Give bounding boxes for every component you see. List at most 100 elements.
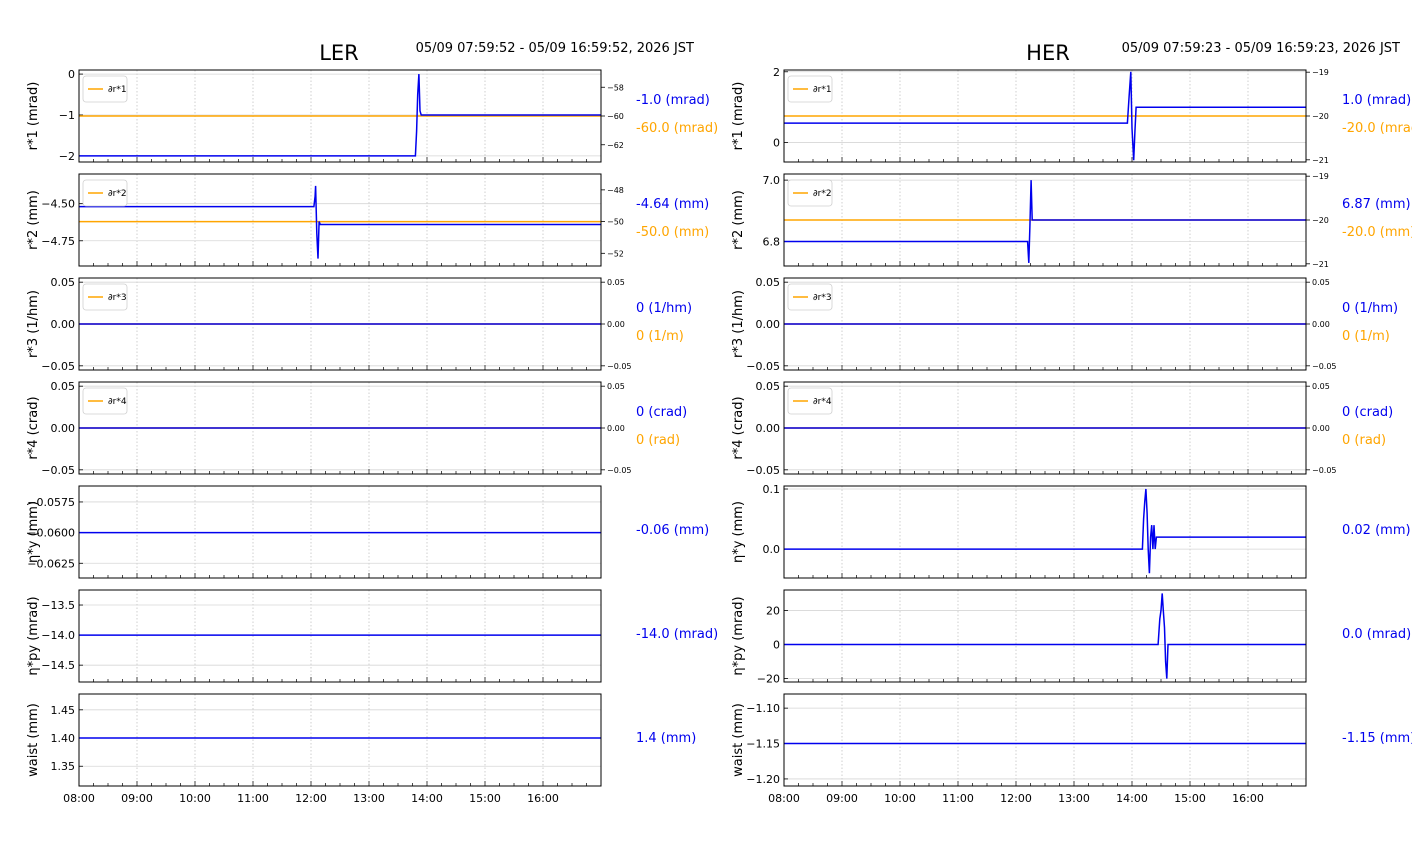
subplot-row-2: 7.0 6.8 −19 −20 −21 ∂r*2 r*2 (mm) 6.87 (mm) -20.…: [731, 172, 1412, 269]
right-tick-label: −0.05: [1312, 362, 1337, 371]
y-axis-label: r*3 (1/hm): [26, 290, 41, 358]
x-tick-label: 15:00: [1174, 792, 1206, 805]
legend-label: ∂r*3: [813, 293, 832, 303]
y-axis-label: η*py (mrad): [26, 596, 41, 675]
y-axis-label: r*2 (mm): [26, 190, 41, 250]
y-axis-label: η*py (mrad): [731, 596, 746, 675]
x-tick-label: 12:00: [1000, 792, 1032, 805]
y-tick-label: −1.15: [746, 738, 780, 751]
y-tick-label: 0.1: [763, 483, 781, 496]
current-value: -14.0 (mrad): [636, 627, 718, 642]
y-tick-label: 1.45: [51, 704, 76, 717]
panel-title: HER: [1026, 41, 1070, 65]
right-tick-label: −50: [607, 218, 624, 227]
right-tick-label: −21: [1312, 156, 1329, 165]
subplot-row-3: 0.05 0.00 −0.05 0.05 0.00 −0.05 ∂r*3 r*3 (1/hm)…: [731, 276, 1398, 373]
right-tick-label: 0.00: [1312, 320, 1330, 329]
right-tick-label: 0.05: [607, 278, 625, 287]
y-tick-label: −0.05: [746, 464, 780, 477]
current-value: -1.15 (mm): [1342, 731, 1412, 746]
subplot-row-7: −1.10 −1.15 −1.20waist (mm) -1.15 (mm) 08:00…: [731, 693, 1412, 805]
y-axis-label: η*y (mm): [26, 501, 41, 563]
legend-label: ∂r*1: [813, 85, 832, 95]
subplot-row-7: 1.45 1.40 1.35 waist (mm) 1.4 (mm) 08:00 09:00…: [26, 693, 696, 805]
right-tick-label: −0.05: [1312, 466, 1337, 475]
right-tick-label: 0.05: [607, 382, 625, 391]
right-tick-label: −19: [1312, 68, 1329, 77]
legend-label: ∂r*2: [813, 189, 832, 199]
y-tick-label: −1.10: [746, 702, 780, 715]
y-tick-label: 6.8: [763, 235, 781, 248]
legend-label: ∂r*4: [108, 397, 127, 407]
right-tick-label: −48: [607, 186, 624, 195]
current-value: -4.64 (mm): [636, 197, 709, 212]
y-tick-label: −0.05: [41, 360, 75, 373]
y-axis-label: η*y (mm): [731, 501, 746, 563]
right-tick-label: −20: [1312, 112, 1329, 121]
legend: ∂r*3: [787, 283, 833, 311]
y-axis-label: r*1 (mrad): [26, 82, 41, 151]
y-tick-label: 0.0: [763, 543, 781, 556]
x-tick-label: 09:00: [826, 792, 858, 805]
current-value: 0 (crad): [636, 405, 687, 420]
time-range: 05/09 07:59:52 - 05/09 16:59:52, 2026 JS…: [416, 41, 694, 56]
y-tick-label: 0.00: [756, 318, 781, 331]
right-tick-label: −62: [607, 141, 624, 150]
reference-value: 0 (rad): [636, 433, 680, 448]
x-tick-label: 08:00: [768, 792, 800, 805]
x-tick-label: 11:00: [942, 792, 974, 805]
right-tick-label: −0.05: [607, 362, 632, 371]
y-tick-label: −20: [757, 673, 780, 686]
right-tick-label: −0.05: [607, 466, 632, 475]
primary-series-line: [784, 180, 1306, 263]
current-value: 0.02 (mm): [1342, 523, 1411, 538]
legend: ∂r*1: [787, 75, 833, 103]
right-tick-label: −52: [607, 249, 624, 258]
y-tick-label: −1: [59, 109, 75, 122]
y-axis-label: r*1 (mrad): [731, 82, 746, 151]
right-tick-label: 0.00: [1312, 424, 1330, 433]
subplot-row-3: 0.05 0.00 −0.05 0.05 0.00 −0.05 ∂r*3 r*3 (1/hm)…: [26, 276, 692, 373]
legend: ∂r*3: [82, 283, 128, 311]
primary-series-line: [784, 488, 1306, 574]
right-tick-label: −21: [1312, 260, 1329, 269]
y-axis-label: waist (mm): [26, 703, 41, 777]
current-value: 0.0 (mrad): [1342, 627, 1411, 642]
y-tick-label: −4.75: [41, 235, 75, 248]
y-tick-label: −1.20: [746, 773, 780, 786]
panel-title: LER: [319, 41, 359, 65]
right-tick-label: 0.00: [607, 424, 625, 433]
reference-value: -50.0 (mm): [636, 225, 709, 240]
reference-value: 0 (1/m): [1342, 329, 1390, 344]
subplot-row-6: −13.5 −14.0 −14.5η*py (mrad) -14.0 (mrad): [26, 589, 718, 683]
y-tick-label: 20: [766, 604, 780, 617]
legend-label: ∂r*3: [108, 293, 127, 303]
right-tick-label: −58: [607, 83, 624, 92]
y-tick-label: 0.05: [51, 276, 76, 289]
legend: ∂r*4: [787, 387, 833, 415]
legend-label: ∂r*2: [108, 189, 127, 199]
subplot-frame: [78, 589, 602, 683]
reference-value: -20.0 (mm): [1342, 225, 1412, 240]
current-value: 1.4 (mm): [636, 731, 696, 746]
reference-value: 0 (rad): [1342, 433, 1386, 448]
legend-label: ∂r*1: [108, 85, 127, 95]
x-tick-label: 12:00: [295, 792, 327, 805]
x-tick-label: 13:00: [1058, 792, 1090, 805]
primary-series-line: [784, 593, 1306, 679]
subplot-row-1: 2 0 −19 −20 −21 ∂r*1 r*1 (mrad) 1.0 (mrad) -20.0…: [731, 66, 1412, 165]
right-tick-label: −19: [1312, 172, 1329, 181]
subplot-row-1: 0 −1 −2 −58 −60 −62 ∂r*1 r*1 (mrad) -1.0 (mrad) -…: [26, 68, 718, 163]
current-value: 0 (1/hm): [1342, 301, 1398, 316]
x-tick-label: 16:00: [527, 792, 559, 805]
y-tick-label: 0: [773, 137, 780, 150]
y-tick-label: 7.0: [763, 174, 781, 187]
y-axis-label: r*2 (mm): [731, 190, 746, 250]
current-value: 0 (crad): [1342, 405, 1393, 420]
current-value: -1.0 (mrad): [636, 93, 710, 108]
y-tick-label: 0.00: [51, 422, 76, 435]
right-tick-label: 0.00: [607, 320, 625, 329]
x-tick-label: 14:00: [411, 792, 443, 805]
y-tick-label: 0.00: [51, 318, 76, 331]
current-value: 1.0 (mrad): [1342, 93, 1411, 108]
